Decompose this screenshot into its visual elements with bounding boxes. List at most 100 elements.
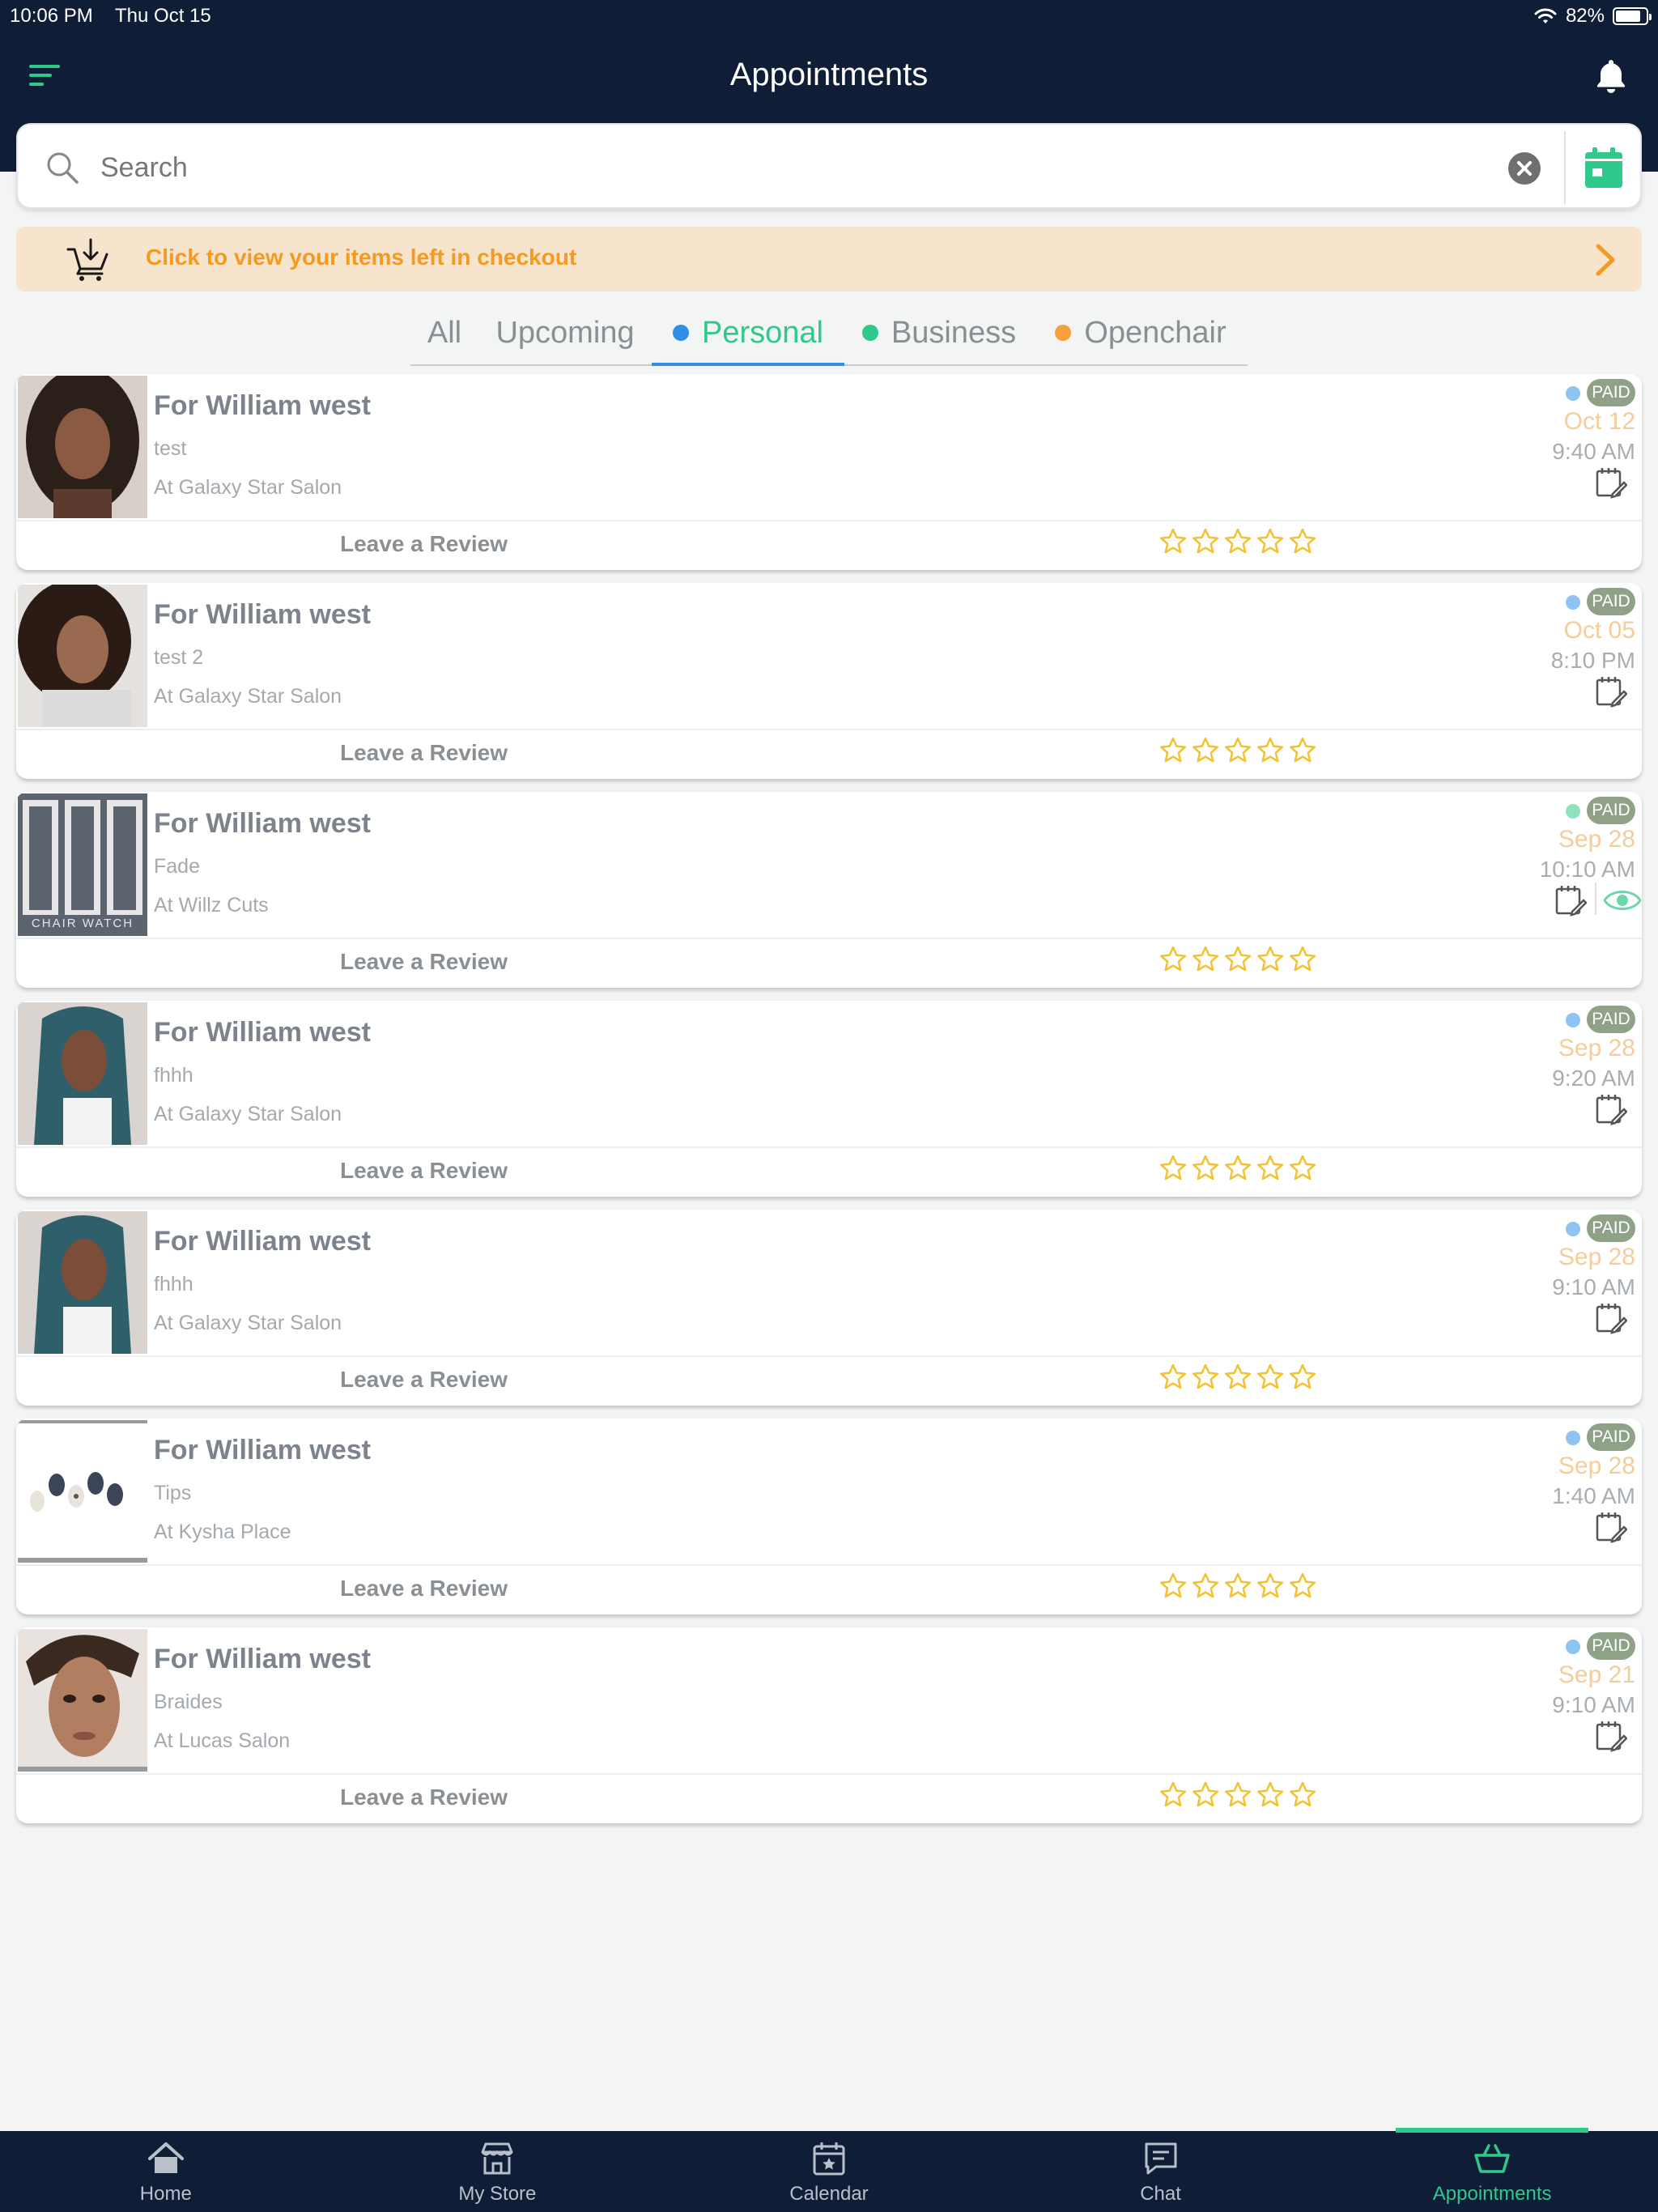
appointment-card[interactable]: For William west test 2 At Galaxy Star S… — [16, 583, 1642, 779]
star-icon[interactable] — [1289, 1781, 1316, 1809]
appointment-card[interactable]: For William west Tips At Kysha Place PAI… — [16, 1419, 1642, 1614]
star-icon[interactable] — [1289, 1155, 1316, 1182]
star-icon[interactable] — [1289, 1363, 1316, 1391]
star-icon[interactable] — [1224, 1572, 1252, 1600]
star-icon[interactable] — [1159, 1363, 1187, 1391]
tab-business[interactable]: Business — [844, 301, 1034, 364]
star-icon[interactable] — [1192, 1363, 1219, 1391]
star-icon[interactable] — [1224, 1155, 1252, 1182]
leave-review-button[interactable]: Leave a Review — [340, 949, 508, 975]
star-icon[interactable] — [1224, 1781, 1252, 1809]
tab-label: All — [427, 315, 462, 350]
star-icon[interactable] — [1224, 528, 1252, 555]
star-icon[interactable] — [1159, 1155, 1187, 1182]
search-divider — [1564, 131, 1566, 204]
star-icon[interactable] — [1192, 946, 1219, 973]
rating-stars[interactable] — [1159, 1781, 1316, 1809]
nav-calendar[interactable]: Calendar — [663, 2131, 995, 2212]
card-divider — [16, 1146, 1642, 1148]
cart-icon — [66, 238, 108, 281]
appointment-time: 9:40 AM — [1552, 439, 1635, 464]
edit-note-icon[interactable] — [1595, 466, 1627, 499]
star-icon[interactable] — [1159, 1781, 1187, 1809]
bell-icon[interactable] — [1595, 58, 1627, 94]
star-icon[interactable] — [1289, 1572, 1316, 1600]
appointment-list: For William west test At Galaxy Star Sal… — [16, 374, 1642, 1836]
appointment-time: 8:10 PM — [1550, 648, 1635, 673]
star-icon[interactable] — [1192, 1572, 1219, 1600]
leave-review-button[interactable]: Leave a Review — [340, 1158, 508, 1184]
rating-stars[interactable] — [1159, 1572, 1316, 1600]
edit-note-icon[interactable] — [1595, 1093, 1627, 1125]
search-input[interactable] — [100, 144, 1477, 191]
nav-home[interactable]: Home — [0, 2131, 332, 2212]
star-icon[interactable] — [1224, 1363, 1252, 1391]
star-icon[interactable] — [1256, 1363, 1284, 1391]
appointment-service: fhhh — [154, 1064, 193, 1087]
star-icon[interactable] — [1192, 1781, 1219, 1809]
page-title: Appointments — [729, 57, 929, 92]
star-icon[interactable] — [1256, 528, 1284, 555]
nav-chat[interactable]: Chat — [995, 2131, 1327, 2212]
search-bar — [16, 123, 1642, 209]
appointment-client-name: For William west — [154, 1644, 371, 1674]
tab-personal[interactable]: Personal — [652, 301, 844, 366]
appointment-date: Sep 28 — [1558, 826, 1635, 853]
checkout-banner[interactable]: Click to view your items left in checkou… — [16, 227, 1642, 291]
star-icon[interactable] — [1159, 737, 1187, 764]
leave-review-button[interactable]: Leave a Review — [340, 740, 508, 766]
rating-stars[interactable] — [1159, 1155, 1316, 1182]
star-icon[interactable] — [1256, 946, 1284, 973]
star-icon[interactable] — [1256, 1781, 1284, 1809]
appointment-card[interactable]: For William west fhhh At Galaxy Star Sal… — [16, 1001, 1642, 1197]
edit-note-icon[interactable] — [1595, 675, 1627, 708]
edit-note-icon[interactable] — [1595, 1720, 1627, 1752]
star-icon[interactable] — [1159, 1572, 1187, 1600]
clear-search-icon[interactable] — [1507, 151, 1541, 185]
tab-openchair[interactable]: Openchair — [1034, 301, 1248, 364]
edit-note-icon[interactable] — [1595, 1302, 1627, 1334]
star-icon[interactable] — [1256, 1155, 1284, 1182]
nav-my-store[interactable]: My Store — [332, 2131, 664, 2212]
openchair-dot-icon — [1055, 325, 1072, 341]
rating-stars[interactable] — [1159, 1363, 1316, 1391]
star-icon[interactable] — [1289, 528, 1316, 555]
edit-note-icon[interactable] — [1554, 884, 1587, 917]
appointment-card[interactable]: CHAIR WATCH For William west Fade At Wil… — [16, 792, 1642, 988]
star-icon[interactable] — [1192, 1155, 1219, 1182]
edit-note-icon[interactable] — [1595, 1511, 1627, 1543]
appointment-service: Fade — [154, 855, 200, 878]
rating-stars[interactable] — [1159, 737, 1316, 764]
nav-label: Chat — [1140, 2183, 1181, 2205]
eye-icon[interactable] — [1603, 887, 1642, 913]
appointment-date: Sep 28 — [1558, 1453, 1635, 1479]
star-icon[interactable] — [1224, 737, 1252, 764]
search-icon — [47, 152, 79, 184]
star-icon[interactable] — [1289, 946, 1316, 973]
star-icon[interactable] — [1256, 737, 1284, 764]
calendar-picker-icon[interactable] — [1584, 146, 1624, 189]
tab-upcoming[interactable]: Upcoming — [478, 301, 652, 364]
star-icon[interactable] — [1159, 528, 1187, 555]
leave-review-button[interactable]: Leave a Review — [340, 531, 508, 557]
rating-stars[interactable] — [1159, 946, 1316, 973]
tab-all[interactable]: All — [410, 301, 478, 364]
appointment-card[interactable]: For William west Braides At Lucas Salon … — [16, 1627, 1642, 1823]
appointment-client-name: For William west — [154, 808, 371, 839]
appointment-date: Oct 05 — [1563, 617, 1635, 644]
star-icon[interactable] — [1224, 946, 1252, 973]
appointment-card[interactable]: For William west test At Galaxy Star Sal… — [16, 374, 1642, 570]
star-icon[interactable] — [1256, 1572, 1284, 1600]
star-icon[interactable] — [1192, 528, 1219, 555]
leave-review-button[interactable]: Leave a Review — [340, 1784, 508, 1810]
star-icon[interactable] — [1289, 737, 1316, 764]
appointment-card[interactable]: For William west fhhh At Galaxy Star Sal… — [16, 1210, 1642, 1406]
leave-review-button[interactable]: Leave a Review — [340, 1576, 508, 1602]
star-icon[interactable] — [1159, 946, 1187, 973]
personal-dot-icon — [673, 325, 689, 341]
appointment-time: 10:10 AM — [1539, 857, 1635, 882]
nav-appointments[interactable]: Appointments — [1326, 2128, 1658, 2212]
rating-stars[interactable] — [1159, 528, 1316, 555]
star-icon[interactable] — [1192, 737, 1219, 764]
leave-review-button[interactable]: Leave a Review — [340, 1367, 508, 1393]
